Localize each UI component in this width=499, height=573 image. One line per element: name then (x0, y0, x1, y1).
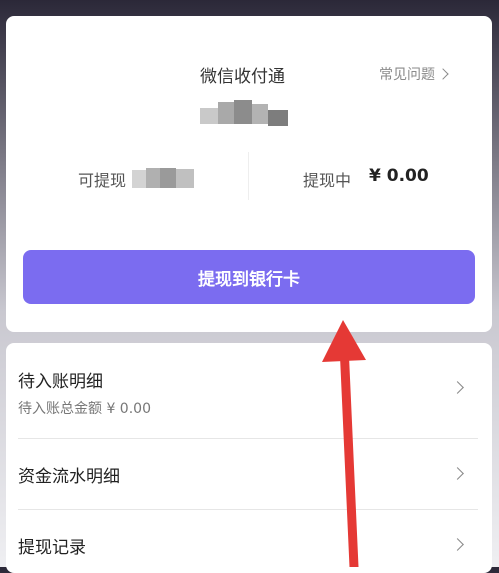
list-item-title: 资金流水明细 (18, 467, 120, 487)
page-title: 微信收付通 (200, 67, 285, 87)
list-item-fund-flow[interactable]: 资金流水明细 (18, 462, 478, 487)
faq-link[interactable]: 常见问题 (379, 64, 449, 84)
withdraw-to-bank-button[interactable]: 提现到银行卡 (23, 250, 475, 304)
pending-label: 提现中 (303, 171, 352, 190)
list-item-title: 待入账明细 (18, 372, 103, 392)
faq-label: 常见问题 (379, 67, 435, 83)
divider (18, 438, 478, 439)
vertical-divider (248, 152, 249, 200)
available-label: 可提现 (78, 171, 127, 190)
available-amount-redacted (132, 166, 202, 190)
balance-amount-redacted (200, 96, 295, 130)
list-item-pending-details[interactable]: 待入账明细 待入账总金额 ¥ 0.00 (18, 367, 478, 418)
list-item-subtitle: 待入账总金额 ¥ 0.00 (18, 401, 151, 417)
chevron-right-icon (437, 68, 449, 80)
pending-amount: ¥ 0.00 (369, 166, 429, 186)
list-item-title: 提现记录 (18, 538, 86, 558)
list-item-withdraw-records[interactable]: 提现记录 (18, 533, 478, 558)
divider (18, 509, 478, 510)
